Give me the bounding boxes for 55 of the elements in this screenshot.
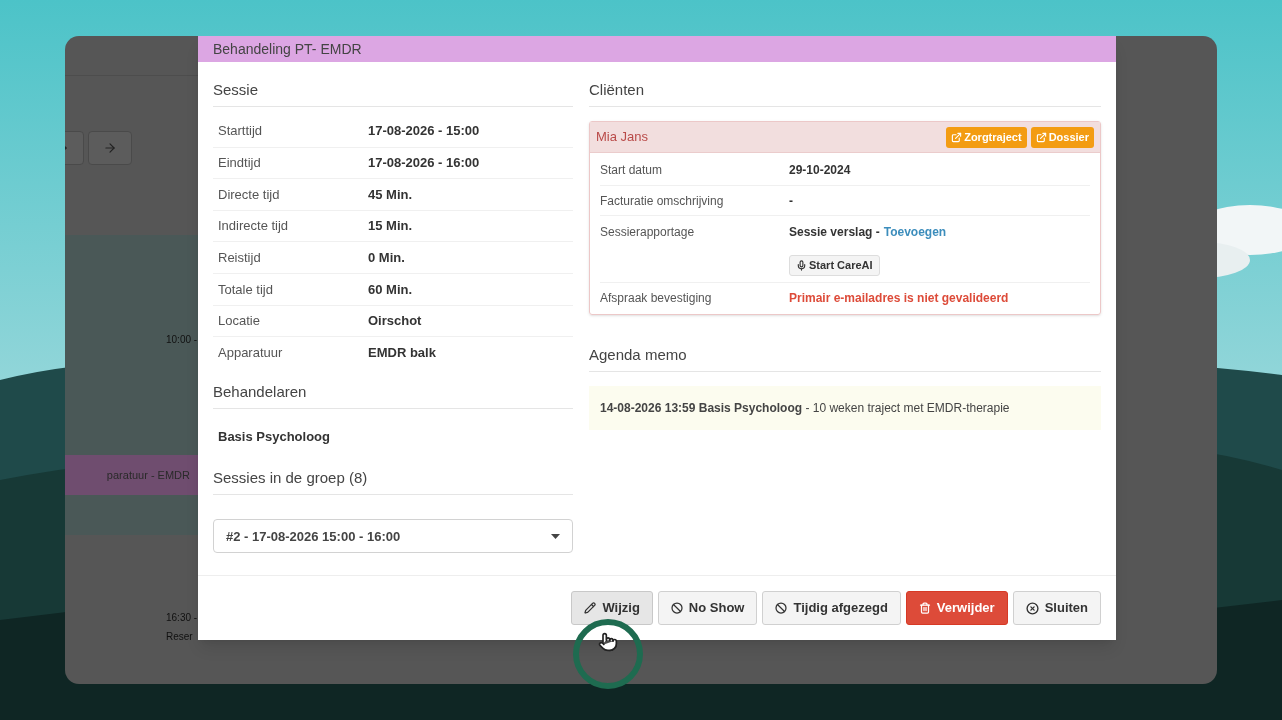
dialog-button[interactable]: Sluiten [1012, 591, 1101, 625]
field-label: Apparatuur [218, 343, 284, 362]
dialog-button[interactable]: Tijdig afgezegd [762, 591, 901, 625]
section-heading: Sessie [213, 81, 259, 98]
field-value: - [789, 192, 793, 210]
field-value: Sessie verslag - [789, 224, 880, 241]
field-label: Eindtijd [218, 154, 262, 173]
field-label: Locatie [218, 312, 261, 331]
start-careai-button[interactable]: Start CareAI [789, 255, 880, 276]
field-label: Sessierapportage [600, 224, 696, 241]
time-label: 10:00 - [166, 334, 198, 345]
next-button[interactable] [88, 131, 132, 165]
field-value: 29-10-2024 [789, 162, 851, 179]
dialog-title: Behandeling PT- EMDR [213, 39, 362, 59]
field-value: 17-08-2026 - 15:00 [368, 122, 480, 141]
field-label: Indirecte tijd [218, 217, 290, 236]
field-value: 0 Min. [368, 248, 405, 267]
ban-icon [670, 602, 683, 614]
field-label: Start datum [600, 162, 664, 179]
section-heading: Sessies in de groep (8) [213, 469, 368, 487]
field-value: 15 Min. [368, 217, 413, 236]
section-heading: Behandelaren [213, 382, 307, 400]
dropdown-caret-icon [551, 533, 560, 539]
field-label: Starttijd [218, 122, 264, 141]
field-value: EMDR balk [368, 343, 436, 362]
section-heading: Agenda memo [589, 346, 687, 363]
practitioner-name: Basis Psycholoog [218, 427, 331, 446]
close-icon [1025, 601, 1039, 615]
field-value: 60 Min. [368, 280, 413, 299]
section-heading: Cliënten [589, 81, 645, 98]
calendar-event: paratuur - EMDR [65, 455, 198, 495]
client-name: Mia Jans [596, 128, 649, 147]
pencil-icon [584, 602, 597, 614]
event-title: Reser [166, 630, 194, 644]
memo-text: 14-08-2026 13:59 Basis Psycholoog - 10 weken traject met EMDR-therapie [600, 400, 1010, 417]
field-label: Totale tijd [218, 280, 274, 299]
dialog-button[interactable]: No Show [657, 591, 758, 625]
time-label: 16:30 - [166, 611, 198, 625]
field-label: Facturatie omschrijving [600, 192, 725, 210]
session-select[interactable]: #2 - 17-08-2026 15:00 - 16:00 [213, 519, 573, 554]
external-link-icon [1035, 131, 1047, 143]
field-label: Reistijd [218, 248, 262, 267]
ban-icon [775, 602, 788, 614]
field-value: 17-08-2026 - 16:00 [368, 154, 480, 173]
add-link[interactable]: Toevoegen [883, 223, 947, 241]
field-label: Directe tijd [218, 185, 281, 204]
external-link-icon [951, 131, 963, 143]
field-value: Oirschot [368, 312, 422, 331]
microphone-icon [796, 260, 807, 271]
validation-message: Primair e-mailadres is niet gevalideerd [789, 289, 1009, 307]
dialog-button[interactable]: Wijzig [571, 591, 653, 625]
field-value: 45 Min. [368, 185, 413, 204]
dialog-button[interactable]: Verwijder [905, 591, 1008, 625]
trash-icon [918, 602, 931, 614]
field-label: Afspraak bevestiging [600, 289, 713, 307]
